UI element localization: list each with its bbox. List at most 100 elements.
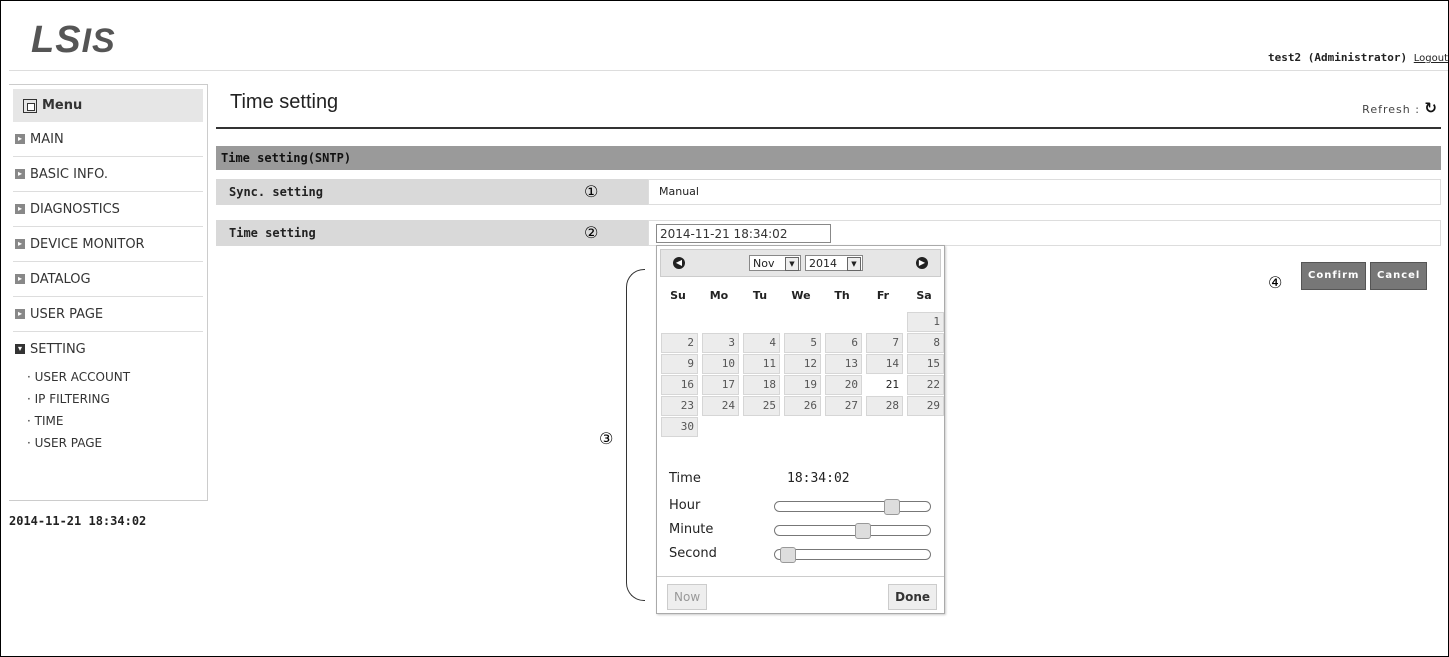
expand-icon: ▸ (15, 274, 25, 284)
calendar-day[interactable]: 18 (743, 375, 780, 395)
calendar-day[interactable]: 6 (825, 333, 862, 353)
weekday-label: Sa (916, 289, 932, 302)
calendar-day[interactable]: 9 (661, 354, 698, 374)
sidebar-subitem-ip-filtering[interactable]: · IP FILTERING (9, 388, 207, 410)
section-header: Time setting(SNTP) (216, 146, 1441, 170)
hour-slider-handle[interactable] (884, 499, 900, 515)
calendar-day[interactable]: 25 (743, 396, 780, 416)
chevron-down-icon: ▼ (847, 257, 861, 271)
time-value: 18:34:02 (787, 471, 850, 486)
weekday-label: We (791, 289, 811, 302)
expand-icon: ▸ (15, 134, 25, 144)
expand-icon: ▸ (15, 309, 25, 319)
minute-label: Minute (669, 522, 714, 537)
minute-slider[interactable] (774, 523, 931, 539)
weekday-label: Mo (709, 289, 729, 302)
datepicker-bracket (626, 269, 645, 601)
collapse-icon: ▾ (15, 344, 25, 354)
calendar-day[interactable]: 20 (825, 375, 862, 395)
sidebar-item-main[interactable]: ▸ MAIN (13, 122, 203, 157)
expand-icon: ▸ (15, 204, 25, 214)
calendar-day[interactable]: 22 (907, 375, 944, 395)
sync-setting-select[interactable]: Manual (648, 179, 1441, 205)
confirm-button[interactable]: Confirm (1301, 262, 1367, 290)
calendar-day[interactable]: 15 (907, 354, 944, 374)
sidebar-item-datalog[interactable]: ▸ DATALOG (13, 262, 203, 297)
marker-3: ③ (599, 429, 614, 448)
sidebar-item-basic-info[interactable]: ▸ BASIC INFO. (13, 157, 203, 192)
datepicker-header: ◀ Nov ▼ 2014 ▼ ▶ (660, 249, 941, 277)
calendar-day[interactable]: 27 (825, 396, 862, 416)
sidebar-item-diagnostics[interactable]: ▸ DIAGNOSTICS (13, 192, 203, 227)
calendar-day[interactable]: 4 (743, 333, 780, 353)
calendar-day[interactable]: 2 (661, 333, 698, 353)
calendar-day-selected[interactable]: 21 (866, 375, 903, 395)
prev-month-icon[interactable]: ◀ (673, 257, 685, 269)
calendar-day[interactable]: 12 (784, 354, 821, 374)
second-slider-handle[interactable] (780, 547, 796, 563)
user-name: test2 (Administrator) (1268, 51, 1408, 64)
menu-title: Menu (42, 98, 83, 113)
calendar-day[interactable]: 23 (661, 396, 698, 416)
calendar-day[interactable]: 16 (661, 375, 698, 395)
marker-4: ④ (1268, 273, 1283, 292)
calendar-day[interactable]: 26 (784, 396, 821, 416)
header-divider (9, 70, 1448, 71)
current-datetime: 2014-11-21 18:34:02 (9, 514, 147, 528)
hour-slider[interactable] (774, 499, 931, 515)
calendar-day[interactable]: 19 (784, 375, 821, 395)
chevron-down-icon: ▼ (785, 257, 799, 271)
sidebar-subitem-user-account[interactable]: · USER ACCOUNT (9, 366, 207, 388)
calendar-day[interactable]: 13 (825, 354, 862, 374)
weekday-label: Fr (876, 289, 890, 302)
sidebar: Menu ▸ MAIN ▸ BASIC INFO. ▸ DIAGNOSTICS ▸ DE… (9, 84, 208, 501)
logout-link[interactable]: Logout (1414, 53, 1448, 64)
sidebar-item-setting[interactable]: ▾ SETTING (13, 332, 203, 366)
title-divider (216, 127, 1441, 129)
calendar-day[interactable]: 10 (702, 354, 739, 374)
calendar-day[interactable]: 17 (702, 375, 739, 395)
refresh-control[interactable]: Refresh : ↻ (1362, 99, 1438, 117)
year-select[interactable]: 2014 ▼ (805, 255, 863, 271)
sidebar-item-device-monitor[interactable]: ▸ DEVICE MONITOR (13, 227, 203, 262)
datepicker: ◀ Nov ▼ 2014 ▼ ▶ Su Mo Tu We Th Fr Sa 1234567891… (656, 245, 945, 614)
refresh-icon[interactable]: ↻ (1424, 99, 1438, 117)
done-button[interactable]: Done (888, 584, 937, 610)
weekday-label: Su (670, 289, 686, 302)
menu-header: Menu (13, 89, 203, 122)
sidebar-subitem-time[interactable]: · TIME (9, 410, 207, 432)
calendar-day[interactable]: 5 (784, 333, 821, 353)
calendar-day[interactable]: 8 (907, 333, 944, 353)
calendar-day[interactable]: 1 (907, 312, 944, 332)
menu-icon (23, 98, 37, 113)
cancel-button[interactable]: Cancel (1370, 262, 1428, 290)
minute-slider-handle[interactable] (855, 523, 871, 539)
app-frame: LSIS test2 (Administrator) Logout Menu ▸… (0, 0, 1449, 657)
marker-1: ① (584, 182, 599, 201)
now-button[interactable]: Now (667, 584, 708, 610)
time-setting-input[interactable]: 2014-11-21 18:34:02 (656, 224, 831, 243)
weekday-label: Th (834, 289, 850, 302)
hour-label: Hour (669, 498, 701, 513)
month-select[interactable]: Nov ▼ (749, 255, 801, 271)
calendar-day[interactable]: 11 (743, 354, 780, 374)
second-slider[interactable] (774, 547, 931, 563)
calendar-day[interactable]: 29 (907, 396, 944, 416)
next-month-icon[interactable]: ▶ (916, 257, 928, 269)
sidebar-subitem-user-page[interactable]: · USER PAGE (9, 432, 207, 454)
sync-setting-row: Sync. setting Manual (216, 179, 1441, 205)
ls-logo: LSIS (31, 19, 116, 61)
sidebar-item-user-page[interactable]: ▸ USER PAGE (13, 297, 203, 332)
second-label: Second (669, 546, 717, 561)
calendar-day[interactable]: 3 (702, 333, 739, 353)
expand-icon: ▸ (15, 239, 25, 249)
calendar-day[interactable]: 28 (866, 396, 903, 416)
calendar-day[interactable]: 7 (866, 333, 903, 353)
weekday-label: Tu (752, 289, 768, 302)
calendar-day[interactable]: 14 (866, 354, 903, 374)
time-label: Time (669, 471, 701, 486)
calendar-day[interactable]: 24 (702, 396, 739, 416)
calendar-day[interactable]: 30 (661, 417, 698, 437)
user-bar: test2 (Administrator) Logout (1268, 51, 1448, 64)
page-title: Time setting (230, 91, 339, 113)
